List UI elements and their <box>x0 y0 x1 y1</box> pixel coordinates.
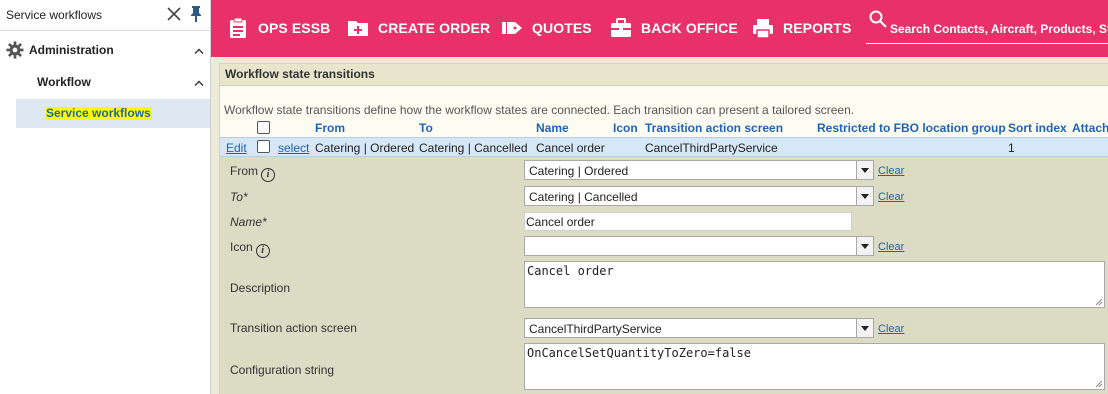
row-checkbox[interactable] <box>257 140 270 153</box>
folder-plus-icon <box>348 21 368 36</box>
col-from[interactable]: From <box>315 121 345 135</box>
search-input[interactable]: Search Contacts, Aircraft, Products, Sta… <box>890 22 1108 36</box>
search-icon <box>869 10 887 28</box>
nav-create-order[interactable]: CREATE ORDER <box>347 0 490 57</box>
to-select[interactable]: Catering | Cancelled <box>524 186 874 206</box>
sidebar-item-administration[interactable]: Administration <box>0 36 211 64</box>
icon-clear-link[interactable]: Clear <box>878 241 904 253</box>
nav-reports[interactable]: REPORTS <box>752 0 852 57</box>
panel-header: Workflow state transitions <box>220 64 1108 86</box>
nav-ops-essb[interactable]: OPS ESSB <box>227 0 337 57</box>
nav-back-office[interactable]: BACK OFFICE <box>610 0 738 57</box>
table-header: From To Name Icon Transition action scre… <box>220 119 1108 137</box>
icon-select[interactable] <box>524 236 874 256</box>
chevron-down-icon[interactable] <box>856 237 873 255</box>
name-input[interactable]: Cancel order <box>524 212 852 231</box>
cell-name: Cancel order <box>536 141 605 155</box>
config-textarea[interactable]: OnCancelSetQuantityToZero=false <box>524 343 1105 390</box>
col-name[interactable]: Name <box>536 121 569 135</box>
screen-clear-link[interactable]: Clear <box>878 323 904 335</box>
screen-select[interactable]: CancelThirdPartyService <box>524 318 874 338</box>
quote-tag-icon <box>502 22 522 34</box>
top-nav: OPS ESSB CREATE ORDER QUOTES BACK OFFICE… <box>211 0 1108 57</box>
col-icon[interactable]: Icon <box>613 121 638 135</box>
global-search[interactable]: Search Contacts, Aircraft, Products, Sta… <box>866 6 1108 44</box>
edit-link[interactable]: Edit <box>226 141 247 155</box>
sidebar-search[interactable]: Service workflows <box>0 0 211 31</box>
gear-icon <box>6 41 24 59</box>
col-attach[interactable]: Attach <box>1072 121 1108 135</box>
transitions-panel: Workflow state transitions Workflow stat… <box>219 63 1108 394</box>
chevron-down-icon[interactable] <box>856 161 873 179</box>
sidebar-item-label: Workflow <box>37 75 91 89</box>
cell-to: Catering | Cancelled <box>419 141 528 155</box>
panel-description: Workflow state transitions define how th… <box>224 103 855 117</box>
description-textarea[interactable]: Cancel order <box>524 261 1105 308</box>
from-select[interactable]: Catering | Ordered <box>524 160 874 180</box>
col-restricted[interactable]: Restricted to FBO location group <box>817 121 1006 135</box>
info-icon[interactable]: i <box>261 168 275 182</box>
sidebar-item-service-workflows[interactable]: Service workflows <box>16 99 210 128</box>
table-row[interactable]: Edit select Catering | Ordered Catering … <box>220 137 1108 157</box>
resize-grip-icon[interactable] <box>1095 380 1103 388</box>
chevron-down-icon[interactable] <box>856 187 873 205</box>
panel-title: Workflow state transitions <box>225 67 375 81</box>
chevron-up-icon[interactable] <box>194 79 204 87</box>
col-to[interactable]: To <box>419 121 433 135</box>
nav-label: BACK OFFICE <box>641 20 738 36</box>
close-icon[interactable] <box>166 6 182 22</box>
sidebar: Service workflows Administration Workflo… <box>0 0 211 394</box>
nav-label: REPORTS <box>783 20 852 36</box>
select-all-checkbox[interactable] <box>257 121 270 134</box>
description-label: Description <box>230 281 291 295</box>
sidebar-search-text[interactable]: Service workflows <box>6 8 102 22</box>
cell-screen: CancelThirdPartyService <box>645 141 778 155</box>
clipboard-icon <box>230 17 246 38</box>
from-label: From i <box>230 164 275 182</box>
main-content: Workflow state transitions Workflow stat… <box>211 57 1108 394</box>
to-label: To* <box>230 190 248 204</box>
select-link[interactable]: select <box>278 141 309 155</box>
name-label: Name* <box>230 215 267 229</box>
edit-form: From i Catering | Ordered Clear To* Cater… <box>220 157 1108 394</box>
config-label: Configuration string <box>230 363 335 377</box>
to-clear-link[interactable]: Clear <box>878 191 904 203</box>
sidebar-item-workflow[interactable]: Workflow <box>0 68 211 96</box>
briefcase-icon <box>611 18 631 37</box>
cell-sort-index: 1 <box>1008 141 1015 155</box>
printer-icon <box>753 19 773 39</box>
cell-from: Catering | Ordered <box>315 141 415 155</box>
chevron-down-icon[interactable] <box>856 319 873 337</box>
col-sort-index[interactable]: Sort index <box>1008 121 1067 135</box>
col-transition-screen[interactable]: Transition action screen <box>645 121 783 135</box>
nav-quotes[interactable]: QUOTES <box>501 0 592 57</box>
screen-label: Transition action screen <box>230 321 357 335</box>
sidebar-item-label: Service workflows <box>45 106 152 120</box>
nav-label: QUOTES <box>532 20 592 36</box>
pin-icon[interactable] <box>189 5 203 23</box>
from-clear-link[interactable]: Clear <box>878 165 904 177</box>
info-icon[interactable]: i <box>255 244 270 258</box>
resize-grip-icon[interactable] <box>1095 298 1103 306</box>
app-root: Service workflows Administration Workflo… <box>0 0 1108 394</box>
icon-label: Icon i <box>230 240 270 258</box>
chevron-up-icon[interactable] <box>194 47 204 55</box>
nav-label: CREATE ORDER <box>378 20 491 36</box>
nav-label: OPS ESSB <box>258 20 331 36</box>
sidebar-item-label: Administration <box>29 43 114 57</box>
